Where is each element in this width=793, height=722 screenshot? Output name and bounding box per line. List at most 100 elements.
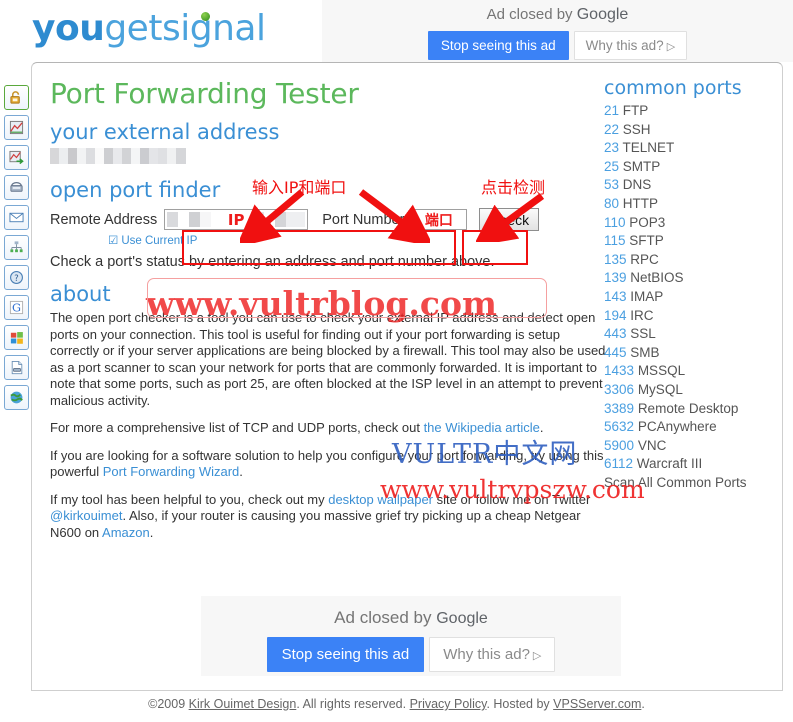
port-name: VNC xyxy=(637,437,667,453)
port-list-item[interactable]: 23 TELNET xyxy=(604,139,776,158)
port-list-item[interactable]: 6112 Warcraft III xyxy=(604,455,776,474)
document-icon[interactable] xyxy=(4,355,29,380)
sitemap-icon[interactable] xyxy=(4,235,29,260)
port-number: 3306 xyxy=(604,381,635,397)
kirk-ouimet-design-link[interactable]: Kirk Ouimet Design xyxy=(189,697,297,711)
sitemap-glyph xyxy=(10,241,23,253)
help-question-icon[interactable]: ? xyxy=(4,265,29,290)
network-share-icon[interactable] xyxy=(4,145,29,170)
port-number-annotation: 端口 xyxy=(424,212,453,229)
open-padlock-icon[interactable] xyxy=(4,85,29,110)
port-list-item[interactable]: 194 IRC xyxy=(604,307,776,326)
port-list-item[interactable]: 5632 PCAnywhere xyxy=(604,418,776,437)
footer: ©2009 Kirk Ouimet Design. All rights res… xyxy=(0,697,793,711)
port-list-item[interactable]: 53 DNS xyxy=(604,176,776,195)
bottom-ad-closed-text: Ad closed by xyxy=(334,608,437,627)
wikipedia-article-link[interactable]: the Wikipedia article xyxy=(424,420,540,435)
windows-logo-icon[interactable] xyxy=(4,325,29,350)
port-list-item[interactable]: 3306 MySQL xyxy=(604,381,776,400)
twitter-handle-link[interactable]: @kirkouimet xyxy=(50,508,122,523)
why-this-ad-button[interactable]: Why this ad? ▷ xyxy=(573,31,688,60)
top-ad-buttons: Stop seeing this ad Why this ad? ▷ xyxy=(322,31,793,60)
port-list-item[interactable]: 143 IMAP xyxy=(604,288,776,307)
why-this-ad-label: Why this ad? xyxy=(585,38,664,53)
globe-icon[interactable] xyxy=(4,385,29,410)
mail-envelope-icon[interactable] xyxy=(4,205,29,230)
play-triangle-icon: ▷ xyxy=(532,650,542,662)
top-ad-closed-text: Ad closed by xyxy=(486,6,577,23)
about-p2-pre: For more a comprehensive list of TCP and… xyxy=(50,420,424,435)
bottom-ad-buttons: Stop seeing this ad Why this ad? ▷ xyxy=(201,637,621,672)
about-paragraph-3: If you are looking for a software soluti… xyxy=(50,448,612,481)
svg-text:G: G xyxy=(12,302,21,315)
port-list-item[interactable]: 21 FTP xyxy=(604,102,776,121)
common-ports-column: common ports 21 FTP 22 SSH 23 TELNET 25 … xyxy=(604,77,776,492)
port-number-label: Port Number xyxy=(322,211,405,228)
port-list-item[interactable]: 22 SSH xyxy=(604,121,776,140)
mail-envelope-glyph xyxy=(9,212,24,223)
port-list-item[interactable]: 5900 VNC xyxy=(604,437,776,456)
port-name: NetBIOS xyxy=(630,270,684,286)
port-number: 25 xyxy=(604,158,620,174)
scan-all-common-ports-link[interactable]: Scan All Common Ports xyxy=(604,474,776,493)
remote-address-input[interactable]: IP xyxy=(164,209,309,230)
logo-signal-text: signal xyxy=(161,8,266,49)
help-question-glyph: ? xyxy=(10,271,23,284)
why-this-ad-label: Why this ad? xyxy=(443,646,530,663)
port-name: HTTP xyxy=(622,195,659,211)
external-address-value xyxy=(50,148,186,164)
stop-seeing-this-ad-button[interactable]: Stop seeing this ad xyxy=(427,31,569,60)
check-button[interactable]: Check xyxy=(479,208,540,231)
page-title: Port Forwarding Tester xyxy=(50,77,359,110)
port-list-item[interactable]: 139 NetBIOS xyxy=(604,269,776,288)
port-list-item[interactable]: 1433 MSSQL xyxy=(604,362,776,381)
port-number-input[interactable]: 端口 xyxy=(410,209,468,230)
port-name: SSL xyxy=(630,326,656,342)
port-list-item[interactable]: 115 SFTP xyxy=(604,232,776,251)
port-number: 5632 xyxy=(604,419,635,435)
site-logo[interactable]: yougetsignal xyxy=(32,8,266,49)
port-name: MSSQL xyxy=(637,363,686,379)
port-number: 139 xyxy=(604,270,627,286)
green-dot-icon xyxy=(200,12,210,21)
use-current-ip-link[interactable]: ☑ Use Current IP xyxy=(108,233,612,247)
open-port-finder-heading: open port finder xyxy=(50,178,221,202)
port-list-item[interactable]: 443 SSL xyxy=(604,325,776,344)
port-forwarding-wizard-link[interactable]: Port Forwarding Wizard xyxy=(103,464,240,479)
port-list-item[interactable]: 445 SMB xyxy=(604,344,776,363)
port-list-item[interactable]: 80 HTTP xyxy=(604,195,776,214)
port-name: IRC xyxy=(630,307,654,323)
vpsserver-link[interactable]: VPSServer.com xyxy=(553,697,641,711)
amazon-link[interactable]: Amazon xyxy=(102,525,150,540)
port-list-item[interactable]: 135 RPC xyxy=(604,251,776,270)
phone-icon[interactable] xyxy=(4,175,29,200)
port-list-item[interactable]: 3389 Remote Desktop xyxy=(604,400,776,419)
port-name: FTP xyxy=(622,103,649,118)
port-name: IMAP xyxy=(630,288,664,304)
port-number: 23 xyxy=(604,140,620,156)
google-g-icon[interactable]: G xyxy=(4,295,29,320)
port-number: 115 xyxy=(604,233,626,249)
phone-glyph xyxy=(10,182,23,192)
port-list-item[interactable]: 25 SMTP xyxy=(604,158,776,177)
about-p2-post: . xyxy=(539,420,544,435)
port-list-item[interactable]: 110 POP3 xyxy=(604,214,776,233)
why-this-ad-button[interactable]: Why this ad? ▷ xyxy=(429,637,556,672)
network-share-glyph xyxy=(9,150,24,165)
check-mark-icon: ☑ xyxy=(108,235,119,247)
network-graph-icon[interactable] xyxy=(4,115,29,140)
stop-seeing-this-ad-button[interactable]: Stop seeing this ad xyxy=(266,637,425,672)
remote-address-masked-value xyxy=(167,212,306,227)
port-number: 6112 xyxy=(604,456,634,472)
footer-copyright: ©2009 xyxy=(148,697,189,711)
common-ports-list: 21 FTP 22 SSH 23 TELNET 25 SMTP 53 DNS 8… xyxy=(604,102,776,492)
port-number: 1433 xyxy=(604,363,635,379)
port-name: POP3 xyxy=(629,214,666,230)
about-paragraph-4: If my tool has been helpful to you, chec… xyxy=(50,492,612,542)
footer-hosted: . Hosted by xyxy=(486,697,554,711)
logo-get: get xyxy=(104,8,162,49)
port-check-form: Remote Address IP Port Number 端口 Check xyxy=(50,208,612,231)
desktop-wallpaper-link[interactable]: desktop wallpaper xyxy=(328,492,433,507)
about-paragraph-1: The open port checker is a tool you can … xyxy=(50,310,606,408)
privacy-policy-link[interactable]: Privacy Policy xyxy=(410,697,487,711)
